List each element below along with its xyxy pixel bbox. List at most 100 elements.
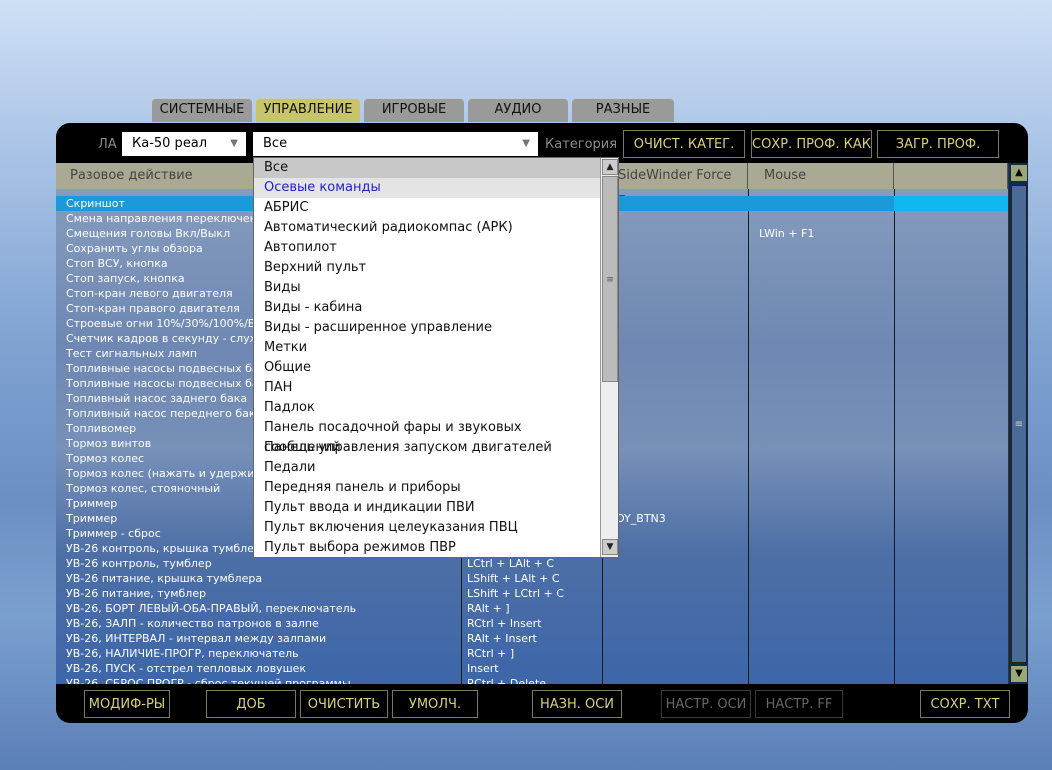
- action-cell[interactable]: Строевые огни 10%/30%/100%/В: [66, 316, 255, 331]
- dropdown-option[interactable]: Пульт выбора режимов ПВР: [254, 538, 600, 557]
- action-cell[interactable]: Стоп-кран левого двигателя: [66, 286, 233, 301]
- dropdown-option[interactable]: Панель посадочной фары и звуковых сообще…: [254, 418, 600, 455]
- scroll-up-icon[interactable]: ▲: [1011, 165, 1027, 181]
- keyboard-cell[interactable]: Insert: [467, 661, 499, 676]
- keyboard-cell[interactable]: RCtrl + Insert: [467, 616, 541, 631]
- dropdown-option[interactable]: Передняя панель и приборы: [254, 478, 600, 498]
- action-cell[interactable]: УВ-26, БОРТ ЛЕВЫЙ-ОБА-ПРАВЫЙ, переключат…: [66, 601, 356, 616]
- action-cell[interactable]: Смена направления переключен: [66, 211, 257, 226]
- action-cell[interactable]: Сохранить углы обзора: [66, 241, 203, 256]
- action-cell[interactable]: Стоп-кран правого двигателя: [66, 301, 240, 316]
- action-cell[interactable]: Тормоз колес, стояночный: [66, 481, 220, 496]
- table-row[interactable]: УВ-26, ЗАЛП - количество патронов в залп…: [56, 616, 1008, 631]
- action-cell[interactable]: Тест сигнальных ламп: [66, 346, 197, 361]
- tab-controls[interactable]: УПРАВЛЕНИЕ: [256, 98, 360, 122]
- action-cell[interactable]: Стоп запуск, кнопка: [66, 271, 185, 286]
- action-cell[interactable]: Триммер - сброс: [66, 526, 161, 541]
- tab-system[interactable]: СИСТЕМНЫЕ: [152, 98, 252, 122]
- save-profile-as-button[interactable]: СОХР. ПРОФ. КАК: [751, 130, 872, 158]
- scroll-down-icon[interactable]: ▼: [602, 539, 618, 555]
- action-cell[interactable]: УВ-26 контроль, крышка тумбле: [66, 541, 254, 556]
- keyboard-cell[interactable]: RCtrl + Delete: [467, 676, 546, 684]
- keyboard-cell[interactable]: RAlt + Insert: [467, 631, 537, 646]
- action-cell[interactable]: УВ-26 питание, тумблер: [66, 586, 206, 601]
- dropdown-option[interactable]: Метки: [254, 338, 600, 358]
- tab-misc[interactable]: РАЗНЫЕ: [572, 98, 674, 122]
- dropdown-scrollbar[interactable]: ▲ ≡ ▼: [600, 158, 618, 557]
- dropdown-option[interactable]: Панель управления запуском двигателей: [254, 438, 600, 458]
- dropdown-option[interactable]: Виды: [254, 278, 600, 298]
- action-cell[interactable]: Топливомер: [66, 421, 136, 436]
- table-row[interactable]: УВ-26, НАЛИЧИЕ-ПРОГР, переключатель RCtrl…: [56, 646, 1008, 661]
- keyboard-cell[interactable]: RAlt + ]: [467, 601, 510, 616]
- action-cell[interactable]: УВ-26 питание, крышка тумблера: [66, 571, 262, 586]
- dropdown-option[interactable]: Общие: [254, 358, 600, 378]
- dropdown-option[interactable]: Виды - расширенное управление: [254, 318, 600, 338]
- action-cell[interactable]: Стоп ВСУ, кнопка: [66, 256, 168, 271]
- scroll-thumb[interactable]: ≡: [1011, 185, 1027, 663]
- keyboard-cell[interactable]: LCtrl + LAlt + C: [467, 556, 554, 571]
- aircraft-select[interactable]: Ка-50 реал ▼: [122, 132, 246, 156]
- ff-tune-button[interactable]: НАСТР. FF: [755, 690, 843, 718]
- assign-axis-button[interactable]: НАЗН. ОСИ: [532, 690, 622, 718]
- action-cell[interactable]: УВ-26, ИНТЕРВАЛ - интервал между залпами: [66, 631, 326, 646]
- dropdown-option[interactable]: АБРИС: [254, 198, 600, 218]
- table-scrollbar[interactable]: ▲ ≡ ▼: [1008, 163, 1028, 684]
- action-cell[interactable]: УВ-26, НАЛИЧИЕ-ПРОГР, переключатель: [66, 646, 299, 661]
- action-cell[interactable]: Тормоз колес: [66, 451, 144, 466]
- mouse-cell[interactable]: LWin + F1: [759, 226, 814, 241]
- action-cell[interactable]: УВ-26, ЗАЛП - количество патронов в залп…: [66, 616, 319, 631]
- action-cell[interactable]: Топливные насосы подвесных ба: [66, 361, 259, 376]
- table-row[interactable]: УВ-26 контроль, тумблер LCtrl + LAlt + C: [56, 556, 1008, 571]
- scroll-down-icon[interactable]: ▼: [1011, 666, 1027, 682]
- col-extra[interactable]: [894, 163, 1008, 189]
- keyboard-cell[interactable]: LShift + LCtrl + C: [467, 586, 564, 601]
- clear-button[interactable]: ОЧИСТИТЬ: [300, 690, 388, 718]
- table-row[interactable]: УВ-26 питание, крышка тумблера LShift + L…: [56, 571, 1008, 586]
- dropdown-option[interactable]: Падлок: [254, 398, 600, 418]
- action-cell[interactable]: Счетчик кадров в секунду - служ: [66, 331, 260, 346]
- table-row[interactable]: УВ-26, БОРТ ЛЕВЫЙ-ОБА-ПРАВЫЙ, переключат…: [56, 601, 1008, 616]
- col-mouse[interactable]: Mouse: [748, 163, 894, 189]
- dropdown-option[interactable]: Виды - кабина: [254, 298, 600, 318]
- modifiers-button[interactable]: МОДИФ-РЫ: [84, 690, 170, 718]
- clear-category-button[interactable]: ОЧИСТ. КАТЕГ.: [623, 130, 745, 158]
- scroll-up-icon[interactable]: ▲: [602, 159, 618, 175]
- action-cell[interactable]: Топливный насос переднего бака: [66, 406, 262, 421]
- axis-tune-button[interactable]: НАСТР. ОСИ: [661, 690, 751, 718]
- action-cell[interactable]: УВ-26, ПУСК - отстрел тепловых ловушек: [66, 661, 306, 676]
- action-cell[interactable]: Тормоз винтов: [66, 436, 151, 451]
- add-button[interactable]: ДОБ: [206, 690, 296, 718]
- tab-audio[interactable]: АУДИО: [468, 98, 568, 122]
- tab-gameplay[interactable]: ИГРОВЫЕ: [364, 98, 464, 122]
- category-select[interactable]: Все ▼: [253, 132, 538, 156]
- action-cell[interactable]: Топливные насосы подвесных ба: [66, 376, 259, 391]
- dropdown-option[interactable]: Осевые команды: [254, 178, 600, 198]
- dropdown-option[interactable]: Автоматический радиокомпас (АРК): [254, 218, 600, 238]
- table-row[interactable]: УВ-26 питание, тумблер LShift + LCtrl + C: [56, 586, 1008, 601]
- col-sidewinder[interactable]: SideWinder Force Fe: [602, 163, 748, 209]
- dropdown-option[interactable]: Педали: [254, 458, 600, 478]
- save-txt-button[interactable]: СОХР. ТХТ: [920, 690, 1010, 718]
- dropdown-option[interactable]: Пульт включения целеуказания ПВЦ: [254, 518, 600, 538]
- action-cell[interactable]: Топливный насос заднего бака: [66, 391, 247, 406]
- default-button[interactable]: УМОЛЧ.: [392, 690, 478, 718]
- table-row[interactable]: УВ-26, ПУСК - отстрел тепловых ловушек In…: [56, 661, 1008, 676]
- sidewinder-cell[interactable]: OY_BTN3: [616, 511, 666, 526]
- load-profile-button[interactable]: ЗАГР. ПРОФ.: [877, 130, 999, 158]
- action-cell[interactable]: Скриншот: [66, 196, 125, 211]
- action-cell[interactable]: Тормоз колес (нажать и удержи: [66, 466, 254, 481]
- keyboard-cell[interactable]: LShift + LAlt + C: [467, 571, 560, 586]
- action-cell[interactable]: Триммер: [66, 496, 117, 511]
- action-cell[interactable]: Триммер: [66, 511, 117, 526]
- dropdown-option[interactable]: Все: [254, 158, 600, 178]
- action-cell[interactable]: Смещения головы Вкл/Выкл: [66, 226, 230, 241]
- table-row[interactable]: УВ-26, СБРОС ПРОГР - сброс текущей прогр…: [56, 676, 1008, 684]
- action-cell[interactable]: УВ-26 контроль, тумблер: [66, 556, 212, 571]
- keyboard-cell[interactable]: RCtrl + ]: [467, 646, 514, 661]
- table-row[interactable]: УВ-26, ИНТЕРВАЛ - интервал между залпами…: [56, 631, 1008, 646]
- scroll-thumb[interactable]: ≡: [602, 176, 618, 382]
- action-cell[interactable]: УВ-26, СБРОС ПРОГР - сброс текущей прогр…: [66, 676, 351, 684]
- dropdown-option[interactable]: ПАН: [254, 378, 600, 398]
- dropdown-option[interactable]: Верхний пульт: [254, 258, 600, 278]
